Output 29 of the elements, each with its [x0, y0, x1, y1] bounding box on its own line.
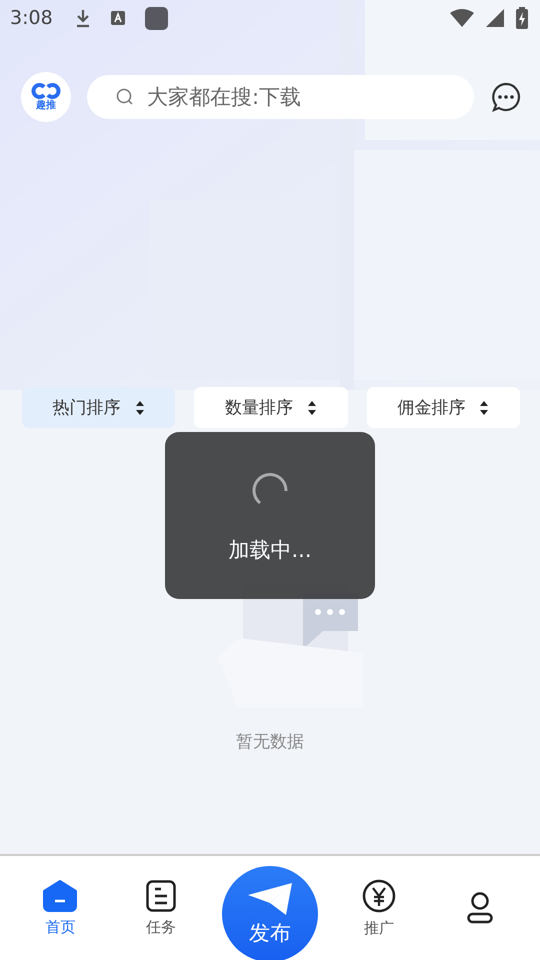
search-input[interactable]: 大家都在搜:下载: [145, 84, 456, 110]
sort-button[interactable]: 佣金排序: [366, 387, 520, 428]
wifi-icon: [450, 9, 474, 27]
publish-button[interactable]: 发布: [222, 866, 318, 960]
battery-icon: [516, 7, 528, 29]
home-icon: [43, 880, 78, 912]
sort-button[interactable]: 数量排序: [194, 387, 348, 428]
sort-icon: [479, 400, 490, 416]
yen-icon: [362, 878, 396, 912]
sort-icon: [134, 400, 145, 416]
sort-button[interactable]: 热门排序: [22, 387, 176, 428]
sort-icon: [306, 400, 317, 416]
paper-plane-icon: [246, 881, 294, 917]
empty-message: 暂无数据: [236, 731, 304, 753]
status-time: 3:08: [10, 7, 53, 29]
home-tab[interactable]: 首页: [20, 880, 100, 936]
search-icon: [115, 87, 135, 107]
chat-icon[interactable]: [490, 81, 522, 113]
promote-tab[interactable]: 推广: [338, 878, 419, 938]
search-field[interactable]: 大家都在搜:下载: [87, 75, 474, 119]
person-icon: [466, 892, 493, 924]
loading-toast: 加载中...: [165, 432, 375, 599]
infinity-icon: [30, 82, 62, 100]
app-icon: [144, 6, 168, 30]
task-tab[interactable]: 任务: [121, 880, 202, 936]
list-icon: [146, 880, 176, 912]
keyboard-icon: [110, 11, 125, 25]
signal-icon: [486, 9, 504, 27]
download-icon: [74, 8, 91, 28]
